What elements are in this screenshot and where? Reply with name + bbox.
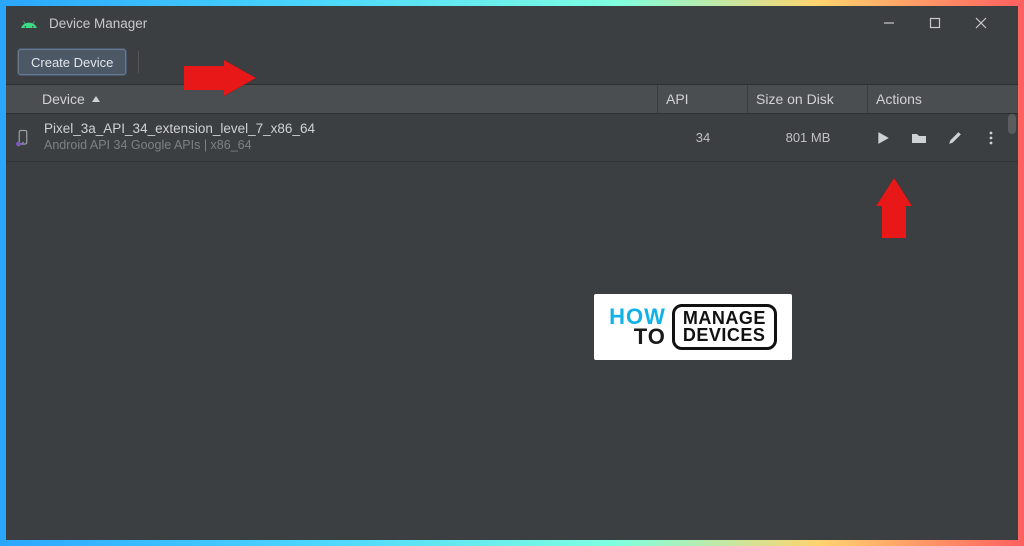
device-name: Pixel_3a_API_34_extension_level_7_x86_64 — [44, 121, 315, 138]
maximize-button[interactable] — [912, 6, 958, 40]
minimize-button[interactable] — [866, 6, 912, 40]
vertical-scrollbar[interactable] — [1008, 114, 1016, 134]
create-device-button[interactable]: Create Device — [18, 49, 126, 75]
header-size-label: Size on Disk — [756, 91, 834, 107]
toolbar-separator — [138, 51, 139, 73]
close-button[interactable] — [958, 6, 1004, 40]
header-device-label: Device — [42, 91, 85, 107]
device-size: 801 MB — [748, 130, 868, 145]
window-title: Device Manager — [49, 16, 147, 31]
table-header: Device API Size on Disk Actions — [6, 84, 1018, 114]
folder-icon[interactable] — [910, 129, 928, 147]
more-icon[interactable] — [982, 129, 1000, 147]
device-manager-window: Device Manager Create Device Device — [6, 6, 1018, 540]
device-icon — [14, 129, 32, 147]
watermark-logo: HOW TO MANAGE DEVICES — [594, 294, 792, 360]
title-bar: Device Manager — [6, 6, 1018, 40]
device-table-body: Pixel_3a_API_34_extension_level_7_x86_64… — [6, 114, 1018, 540]
play-icon[interactable] — [874, 129, 892, 147]
android-icon — [20, 16, 38, 31]
edit-icon[interactable] — [946, 129, 964, 147]
sort-asc-icon — [91, 91, 101, 107]
header-api-label: API — [666, 91, 689, 107]
header-size[interactable]: Size on Disk — [748, 85, 868, 113]
toolbar: Create Device — [6, 40, 1018, 84]
header-actions: Actions — [868, 85, 1018, 113]
header-device[interactable]: Device — [6, 85, 658, 113]
watermark-devices: DEVICES — [683, 327, 766, 344]
device-subtitle: Android API 34 Google APIs | x86_64 — [44, 138, 315, 154]
header-actions-label: Actions — [876, 91, 922, 107]
window-controls — [866, 6, 1004, 40]
device-api: 34 — [658, 130, 748, 145]
watermark-to: TO — [634, 327, 666, 347]
header-api[interactable]: API — [658, 85, 748, 113]
create-device-label: Create Device — [31, 55, 113, 70]
table-row[interactable]: Pixel_3a_API_34_extension_level_7_x86_64… — [6, 114, 1018, 162]
